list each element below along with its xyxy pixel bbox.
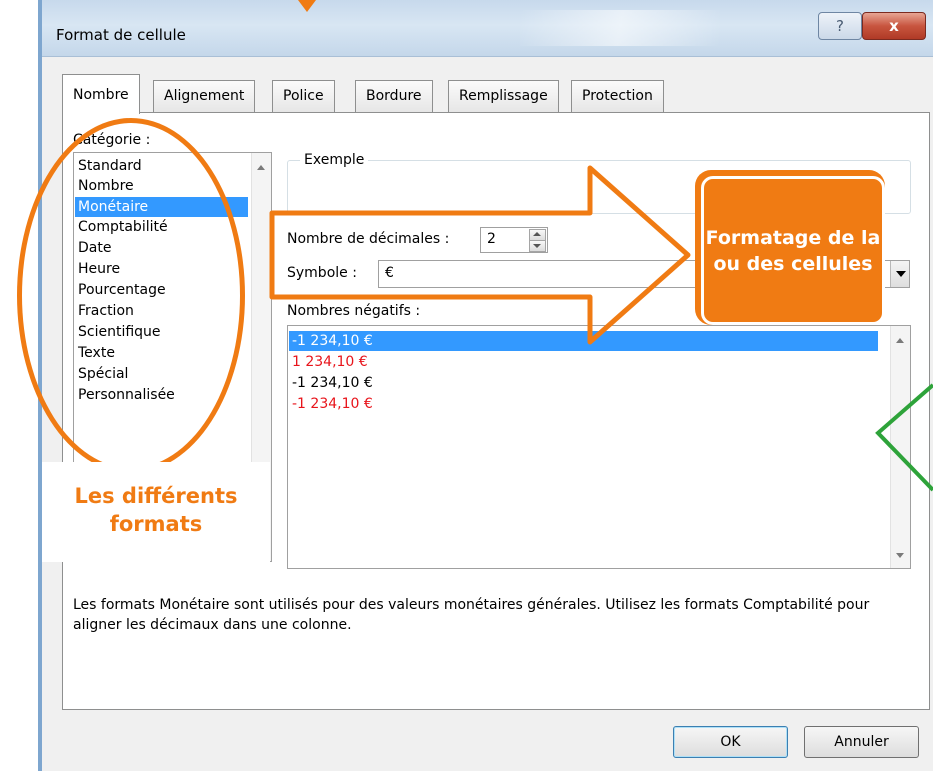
orange-arrow-outline xyxy=(269,165,691,345)
category-highlight-ellipse xyxy=(17,118,245,473)
green-arrow-outline xyxy=(875,383,933,492)
format-callout-text: Formatage de la ou des cellules xyxy=(701,176,885,325)
categories-caption: Les différents formats xyxy=(74,484,238,536)
tab-nombre[interactable]: Nombre xyxy=(62,74,140,114)
